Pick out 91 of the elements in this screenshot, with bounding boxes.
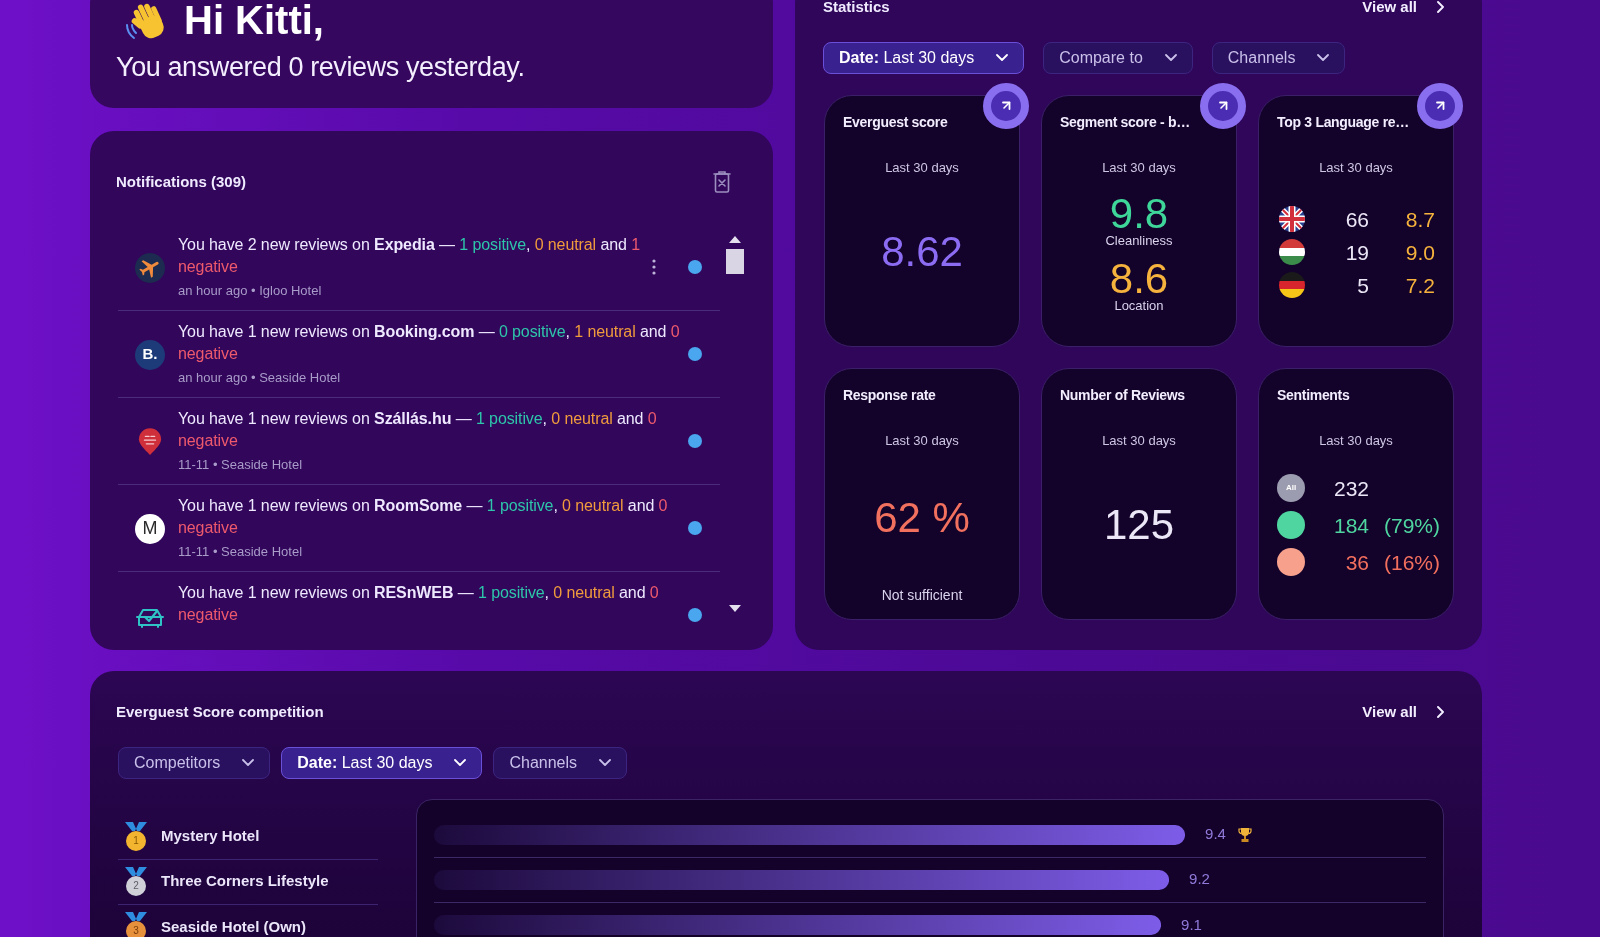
language-score: 8.7: [1405, 206, 1435, 233]
segment-label: Cleanliness: [1105, 232, 1173, 249]
statistics-title: Statistics: [823, 0, 890, 18]
score-value: 125: [1103, 501, 1175, 549]
period-label: Last 30 days: [1319, 431, 1393, 450]
germany-flag-icon: [1279, 272, 1305, 299]
review-count: 5: [1357, 272, 1369, 299]
sentiment-share: (16%): [1384, 549, 1441, 576]
review-count: 19: [1345, 239, 1369, 266]
pin-icon: [138, 427, 162, 456]
period-label: Last 30 days: [1102, 158, 1176, 177]
period-label: Last 30 days: [1319, 158, 1393, 177]
notification-item[interactable]: B. You have 1 new reviews on Booking.com — 0 positive, 1 neutral and 0 negative an hour ago • Seaside Hotel: [118, 311, 720, 398]
period-label: Last 30 days: [885, 431, 959, 450]
language-score: 7.2: [1405, 272, 1435, 299]
notifications-title: Notifications (309): [116, 172, 247, 192]
chevron-down-icon: [454, 759, 467, 766]
chevron-down-icon: [242, 759, 255, 766]
filter-dropdown[interactable]: Date: Last 30 days: [281, 746, 483, 779]
notification-text: You have 1 new reviews on Szállás.hu — 1 positive, 0 neutral and 0 negative: [178, 409, 658, 451]
more-icon[interactable]: [652, 259, 656, 275]
notification-text: You have 1 new reviews on RoomSome — 1 positive, 0 neutral and 0 negative: [178, 496, 669, 538]
sentiment-count: 184: [1333, 512, 1369, 539]
card-title: Top 3 Language re…: [1277, 112, 1410, 132]
hotel-name: Mystery Hotel: [161, 826, 260, 847]
chevron-right-icon: [1437, 1, 1444, 14]
chevron-down-icon: [996, 54, 1009, 61]
value-label: 9.2: [1189, 869, 1210, 890]
card-title: Response rate: [843, 385, 936, 405]
greeting-title: Hi Kitti,: [184, 0, 324, 43]
segment-label: Location: [1114, 297, 1164, 314]
filter-dropdown[interactable]: Compare to: [1043, 41, 1193, 74]
letter-logo: M: [135, 513, 165, 544]
uk-flag-icon: [1279, 206, 1305, 233]
card-title: Number of Reviews: [1060, 385, 1185, 405]
sentiment-count: 36: [1345, 549, 1369, 576]
notification-text: You have 1 new reviews on RESnWEB — 1 positive, 0 neutral and 0 negative: [178, 583, 660, 625]
filter-dropdown[interactable]: Channels: [493, 746, 628, 779]
trophy-icon: [1237, 826, 1252, 843]
notification-meta: an hour ago • Seaside Hotel: [178, 369, 342, 387]
notification-item[interactable]: You have 1 new reviews on RESnWEB — 1 positive, 0 neutral and 0 negative: [118, 572, 720, 632]
score-value: 8.62: [881, 228, 963, 276]
score-value: 62 %: [874, 493, 970, 542]
view-all-link[interactable]: View all: [1362, 0, 1444, 19]
scrollbar-thumb[interactable]: [726, 249, 744, 274]
card-title: Sentiments: [1277, 385, 1350, 405]
chevron-down-icon: [1317, 54, 1330, 61]
period-label: Last 30 days: [885, 158, 959, 177]
trash-icon[interactable]: [713, 171, 731, 193]
value-label: 9.1: [1181, 914, 1202, 935]
review-count: 66: [1345, 206, 1369, 233]
arrow-up-right-icon: [1218, 100, 1228, 111]
language-score: 9.0: [1405, 239, 1435, 266]
expand-button[interactable]: [1200, 82, 1246, 129]
scroll-down-icon[interactable]: [729, 605, 741, 612]
notification-meta: an hour ago • Igloo Hotel: [178, 282, 323, 300]
letter-logo: B.: [135, 339, 165, 370]
chevron-down-icon: [1164, 54, 1177, 61]
notification-meta: 11-11 • Seaside Hotel: [178, 456, 304, 474]
hungary-flag-icon: [1279, 239, 1305, 266]
competition-title: Everguest Score competition: [116, 702, 324, 723]
notification-item[interactable]: M You have 1 new reviews on RoomSome — 1 positive, 0 neutral and 0 negative 11-11 • Seaside Hotel: [118, 485, 720, 572]
notification-item[interactable]: You have 2 new reviews on Expedia — 1 positive, 0 neutral and 1 negative an hour ago • Igloo Hotel: [118, 224, 720, 311]
card-title: Segment score - b…: [1060, 112, 1190, 132]
filter-dropdown[interactable]: Date: Last 30 days: [823, 41, 1025, 74]
hotel-name: Three Corners Lifestyle: [161, 871, 329, 892]
notification-text: You have 1 new reviews on Booking.com — 0 positive, 1 neutral and 0 negative: [178, 322, 681, 364]
chevron-right-icon: [1437, 706, 1444, 719]
notification-meta: 11-11 • Seaside Hotel: [178, 543, 304, 561]
segment-score: 9.8: [1109, 193, 1169, 234]
expand-button[interactable]: [1417, 82, 1463, 129]
period-label: Last 30 days: [1102, 431, 1176, 450]
notification-text: You have 2 new reviews on Expedia — 1 positive, 0 neutral and 1 negative: [178, 235, 641, 277]
filter-dropdown[interactable]: Channels: [1211, 41, 1346, 74]
card-title: Everguest score: [843, 112, 948, 132]
view-all-link[interactable]: View all: [1362, 701, 1444, 724]
status-label: Not sufficient: [881, 585, 963, 604]
plane-icon: [135, 252, 165, 283]
hotel-name: Seaside Hotel (Own): [161, 916, 307, 937]
filter-dropdown[interactable]: Competitors: [118, 746, 271, 779]
value-label: 9.4: [1205, 824, 1226, 845]
sentiment-share: (79%): [1384, 512, 1441, 539]
scroll-up-icon[interactable]: [729, 236, 741, 243]
chevron-down-icon: [599, 759, 612, 766]
greeting-subtitle: You answered 0 reviews yesterday.: [116, 51, 525, 83]
segment-score: 8.6: [1109, 258, 1169, 299]
notification-item[interactable]: You have 1 new reviews on Szállás.hu — 1 positive, 0 neutral and 0 negative 11-11 • Seaside Hotel: [118, 398, 720, 485]
arrow-up-right-icon: [1001, 100, 1011, 111]
arrow-up-right-icon: [1435, 100, 1445, 111]
expand-button[interactable]: [983, 82, 1029, 129]
sentiment-count: 232: [1333, 475, 1369, 502]
